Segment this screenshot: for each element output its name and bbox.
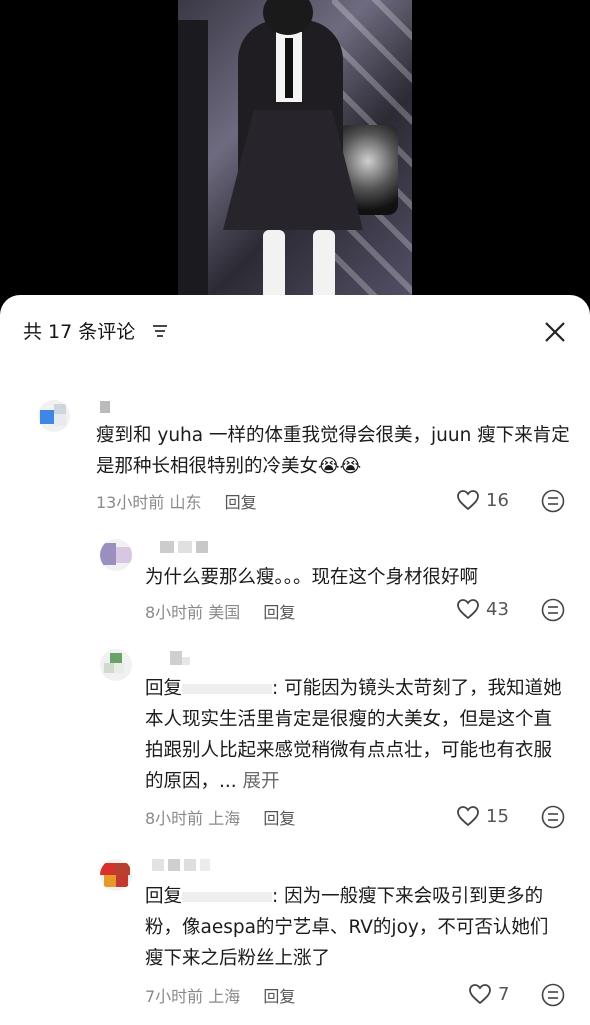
mentioned-user-masked[interactable] (182, 892, 273, 902)
performer-leg-left (263, 230, 285, 300)
avatar[interactable] (38, 400, 70, 432)
close-icon[interactable] (540, 317, 570, 347)
reply-item: 为什么要那么瘦。。。现在这个身材很好啊 8小时前 美国 回复 43 (0, 533, 590, 623)
background-dancer (178, 20, 208, 300)
reply-button[interactable]: 回复 (225, 493, 257, 512)
reply-meta: 7小时前 上海 回复 (145, 983, 295, 1007)
comment-count-title: 共 17 条评论 (23, 321, 136, 343)
comment-sheet: 共 17 条评论 瘦到和 yuha 一样的体重我觉得会很美，juun 瘦下来肯定… (0, 295, 590, 1025)
like-button[interactable]: 7 (468, 983, 509, 1005)
comment-sheet-header: 共 17 条评论 (0, 295, 590, 365)
reply-text: 为什么要那么瘦。。。现在这个身材很好啊 (145, 567, 479, 588)
mentioned-user-masked[interactable] (182, 684, 273, 694)
comment-item: 瘦到和 yuha 一样的体重我觉得会很美，juun 瘦下来肯定是那种长相很特别的… (0, 385, 590, 515)
reply-button[interactable]: 回复 (263, 603, 295, 622)
more-options-icon[interactable] (541, 489, 565, 513)
like-count: 15 (486, 805, 509, 827)
more-options-icon[interactable] (541, 805, 565, 829)
like-button[interactable]: 15 (456, 805, 509, 827)
performer-tie (285, 38, 293, 98)
like-count: 43 (486, 598, 509, 620)
reply-time: 8小时前 (145, 809, 204, 828)
reply-time: 7小时前 (145, 987, 204, 1006)
comment-time: 13小时前 (96, 493, 165, 512)
like-button[interactable]: 43 (456, 598, 509, 620)
like-count: 16 (486, 489, 509, 511)
reply-text: 回复: 因为一般瘦下来会吸引到更多的粉，像aespa的宁艺卓、RV的joy，不可… (145, 886, 549, 969)
heart-icon (469, 984, 491, 1005)
reply-button[interactable]: 回复 (263, 809, 295, 828)
heart-icon (457, 599, 479, 620)
reply-item: 回复: 因为一般瘦下来会吸引到更多的粉，像aespa的宁艺卓、RV的joy，不可… (0, 855, 590, 1025)
heart-icon (457, 490, 479, 511)
comment-location: 山东 (169, 493, 202, 512)
reply-location: 美国 (208, 603, 241, 622)
reply-to-label: 回复 (145, 886, 183, 907)
reply-time: 8小时前 (145, 603, 204, 622)
more-options-icon[interactable] (541, 598, 565, 622)
video-player[interactable] (178, 0, 412, 310)
heart-icon (457, 806, 479, 827)
comment-meta: 13小时前 山东 回复 (96, 489, 257, 513)
reply-to-label: 回复 (145, 678, 183, 699)
more-options-icon[interactable] (541, 983, 565, 1007)
reply-button[interactable]: 回复 (263, 987, 295, 1006)
reply-item: 回复: 可能因为镜头太苛刻了，我知道她本人现实生活里肯定是很瘦的大美女，但是这个… (0, 645, 590, 835)
like-count: 7 (498, 983, 510, 1005)
like-button[interactable]: 16 (456, 489, 509, 511)
filter-icon[interactable] (151, 322, 169, 340)
crying-emoji: 😭😭 (318, 456, 362, 477)
reply-meta: 8小时前 美国 回复 (145, 599, 295, 623)
reply-meta: 8小时前 上海 回复 (145, 805, 295, 829)
avatar[interactable] (100, 539, 132, 571)
reply-location: 上海 (208, 987, 241, 1006)
comment-text: 瘦到和 yuha 一样的体重我觉得会很美，juun 瘦下来肯定是那种长相很特别的… (96, 425, 570, 477)
avatar[interactable] (100, 649, 132, 681)
performer-leg-right (313, 230, 335, 300)
reply-text: 回复: 可能因为镜头太苛刻了，我知道她本人现实生活里肯定是很瘦的大美女，但是这个… (145, 678, 562, 792)
avatar[interactable] (100, 859, 132, 891)
expand-button[interactable]: 展开 (243, 771, 280, 792)
reply-location: 上海 (208, 809, 241, 828)
